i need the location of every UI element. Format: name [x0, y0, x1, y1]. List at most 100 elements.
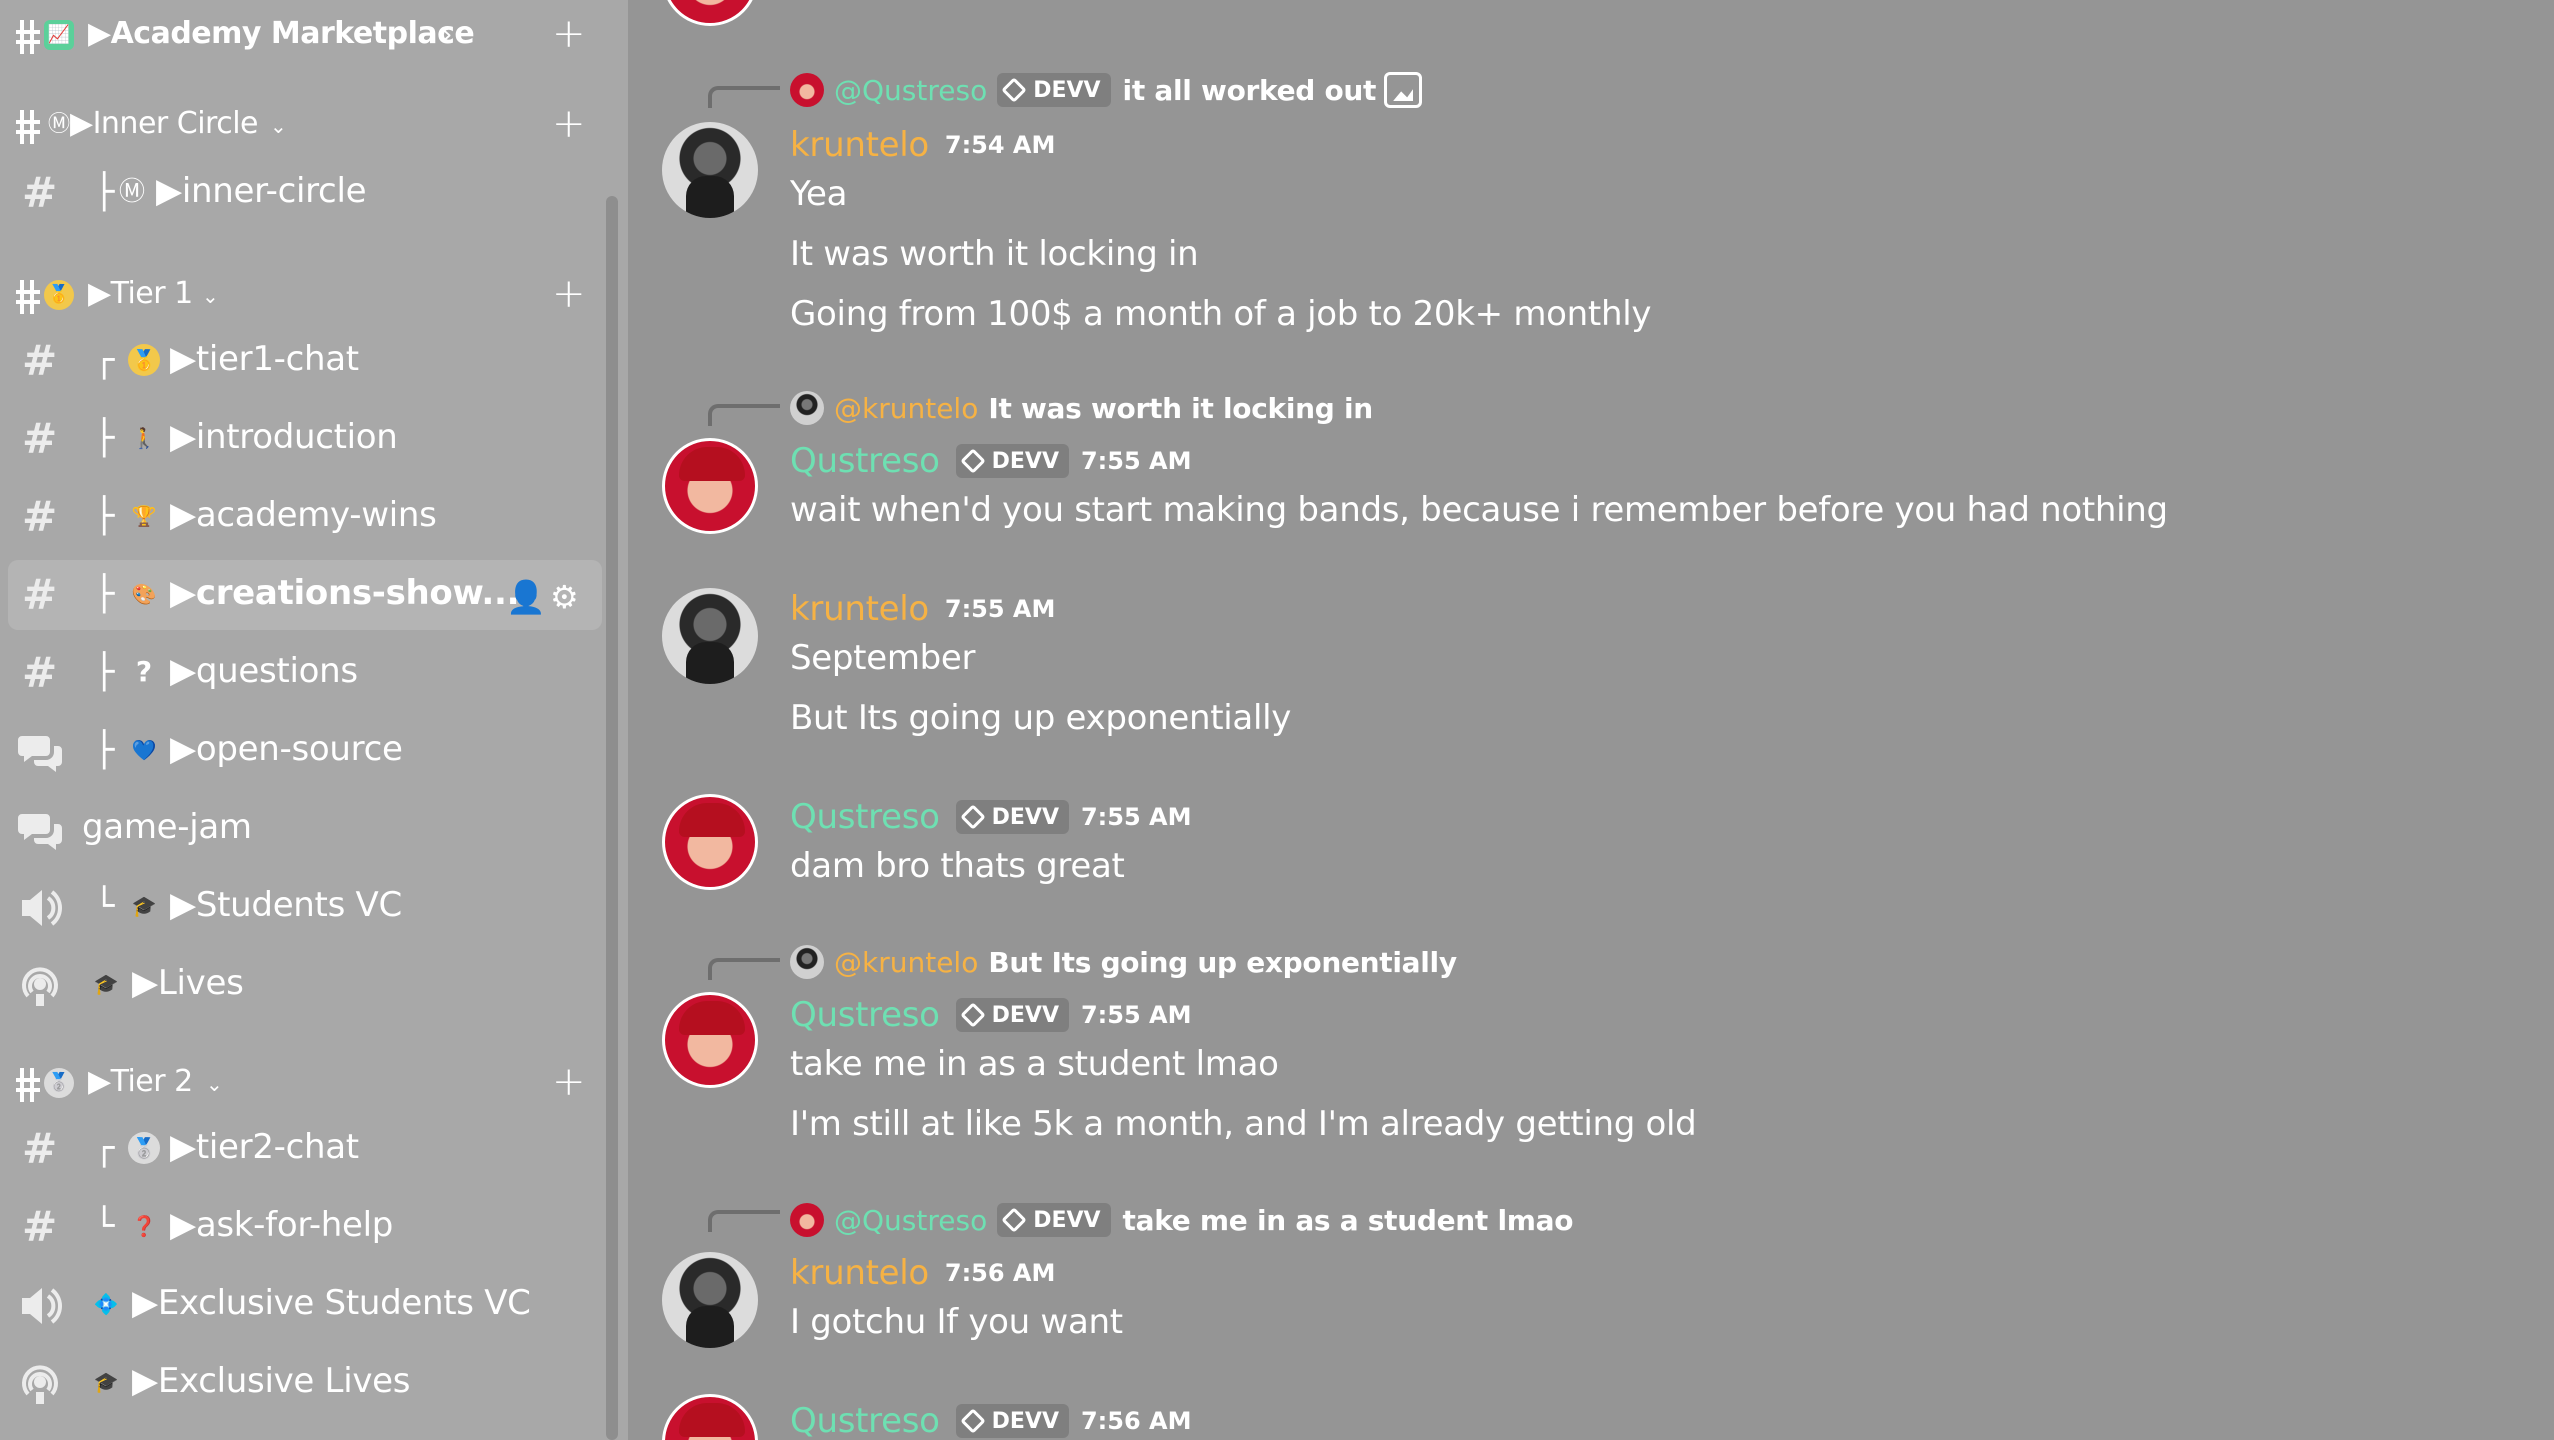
- reply-preview[interactable]: @kruntelo But Its going up exponentially: [790, 942, 1457, 982]
- badge-label: DEVV: [1033, 1207, 1101, 1233]
- category-tier-2[interactable]: 🥈 ▶Tier 2 ⌄ +: [0, 1054, 600, 1114]
- message-text: I gotchu If you want: [790, 1302, 1123, 1342]
- tree-connector: ├: [94, 652, 115, 692]
- username[interactable]: kruntelo: [790, 1253, 929, 1293]
- channel-tier1-chat[interactable]: # ┌ 🥇 ▶tier1-chat: [0, 326, 604, 396]
- question-mark-icon: ?: [135, 655, 153, 688]
- badge-label: DEVV: [991, 1408, 1059, 1434]
- message-text: I'm still at like 5k a month, and I'm al…: [790, 1104, 1697, 1144]
- username[interactable]: Qustreso: [790, 797, 940, 837]
- timestamp: 7:56 AM: [944, 1259, 1056, 1287]
- channel-introduction[interactable]: # ├ 🚶 ▶introduction: [0, 404, 604, 474]
- message-text: dam bro thats great: [790, 846, 1125, 886]
- reply-text: it all worked out: [1122, 73, 1377, 107]
- reply-preview[interactable]: @Qustreso DEVV it all worked out: [790, 70, 1423, 110]
- diamond-icon: [959, 1002, 986, 1028]
- username[interactable]: kruntelo: [790, 125, 929, 165]
- channel-tier2-chat[interactable]: # ┌ 🥈 ▶tier2-chat: [0, 1114, 604, 1184]
- username[interactable]: Qustreso: [790, 1401, 940, 1440]
- channel-game-jam[interactable]: game-jam: [0, 794, 604, 864]
- avatar[interactable]: [662, 1394, 758, 1440]
- tree-connector: ├: [94, 496, 115, 536]
- category-inner-circle[interactable]: Ⓜ ▶Inner Circle ⌄ +: [0, 96, 600, 156]
- message-header: Qustreso DEVV 7:55 AM: [790, 438, 1191, 484]
- channel-questions[interactable]: # ├ ? ▶questions: [0, 638, 604, 708]
- tree-connector: ├: [94, 574, 115, 614]
- category-icon: [16, 280, 40, 314]
- text-channel-icon: #: [22, 492, 58, 541]
- avatar: [790, 945, 824, 979]
- avatar[interactable]: [662, 794, 758, 890]
- avatar[interactable]: [662, 1252, 758, 1348]
- silver-medal-icon: 🥈: [44, 1068, 74, 1098]
- avatar[interactable]: [662, 992, 758, 1088]
- text-channel-icon: #: [22, 336, 58, 385]
- image-icon: [1384, 72, 1423, 108]
- tree-connector: ├: [94, 730, 115, 770]
- reply-connector: [708, 86, 780, 108]
- channel-label: ▶creations-show...: [170, 573, 520, 613]
- reply-mention[interactable]: @Qustreso: [834, 74, 987, 107]
- red-question-icon: ❓: [131, 1214, 157, 1238]
- text-channel-icon: #: [22, 168, 58, 217]
- reply-mention[interactable]: @kruntelo: [834, 392, 978, 425]
- gold-medal-icon: 🥇: [128, 344, 160, 376]
- reply-mention[interactable]: @kruntelo: [834, 946, 978, 979]
- channel-lives[interactable]: 🎓 ▶Lives: [0, 950, 604, 1020]
- timestamp: 7:55 AM: [944, 595, 1056, 623]
- category-tier-1[interactable]: 🥇 ▶Tier 1 ⌄ +: [0, 266, 600, 326]
- category-label: ▶Tier 2: [88, 1064, 193, 1099]
- timestamp: 7:54 AM: [944, 131, 1056, 159]
- text-channel-icon: #: [22, 1202, 58, 1251]
- channel-label: ▶ask-for-help: [170, 1205, 394, 1245]
- avatar[interactable]: [662, 588, 758, 684]
- channel-academy-wins[interactable]: # ├ 🏆 ▶academy-wins: [0, 482, 604, 552]
- add-channel-icon[interactable]: +: [552, 10, 586, 58]
- username[interactable]: Qustreso: [790, 995, 940, 1035]
- graduation-cap-icon: 🎓: [131, 894, 157, 918]
- role-badge: DEVV: [955, 1404, 1069, 1438]
- tree-connector: ├: [94, 172, 115, 212]
- avatar[interactable]: [662, 122, 758, 218]
- category-label: ▶Academy Marketplace: [88, 16, 475, 51]
- gear-icon[interactable]: ⚙: [550, 578, 579, 616]
- username[interactable]: kruntelo: [790, 589, 929, 629]
- text-channel-icon: #: [22, 1124, 58, 1173]
- reply-mention[interactable]: @Qustreso: [834, 1204, 987, 1237]
- channel-exclusive-students-vc[interactable]: 💠 ▶Exclusive Students VC: [0, 1270, 604, 1340]
- role-badge: DEVV: [955, 800, 1069, 834]
- reply-preview[interactable]: @Qustreso DEVV take me in as a student l…: [790, 1200, 1573, 1240]
- channel-creations-showcase[interactable]: # ├ 🎨 ▶creations-show... 👤 ⚙: [8, 560, 602, 630]
- message-text: It was worth it locking in: [790, 234, 1199, 274]
- channel-ask-for-help[interactable]: # └ ❓ ▶ask-for-help: [0, 1192, 604, 1262]
- username[interactable]: Qustreso: [790, 441, 940, 481]
- stage-channel-icon: [22, 967, 58, 1006]
- message-text: wait when'd you start making bands, beca…: [790, 490, 2168, 530]
- chevron-right-icon: ›: [442, 20, 453, 50]
- chevron-down-icon: ⌄: [202, 284, 219, 308]
- role-badge: DEVV: [997, 73, 1111, 107]
- chevron-down-icon: ⌄: [270, 114, 287, 138]
- channel-label: ▶tier1-chat: [170, 339, 359, 379]
- channel-inner-circle[interactable]: # ├ Ⓜ ▶inner-circle: [0, 158, 604, 228]
- channel-open-source[interactable]: ├ 💙 ▶open-source: [0, 716, 604, 786]
- avatar[interactable]: [662, 0, 758, 26]
- message-text: take me in as a student lmao: [790, 1044, 1279, 1084]
- reply-preview[interactable]: @kruntelo It was worth it locking in: [790, 388, 1373, 428]
- diamond-icon: [1001, 1207, 1027, 1233]
- category-academy-marketplace[interactable]: 📈 ▶Academy Marketplace › +: [0, 6, 600, 66]
- diamond-icon: [959, 804, 986, 830]
- sidebar-scrollbar[interactable]: [606, 196, 618, 1440]
- invite-member-icon[interactable]: 👤: [506, 578, 546, 616]
- add-channel-icon[interactable]: +: [552, 1058, 586, 1106]
- stage-channel-icon: [22, 1365, 58, 1404]
- message-header: kruntelo 7:55 AM: [790, 586, 1055, 632]
- diamond-icon: 💠: [93, 1292, 119, 1316]
- message-text: Going from 100$ a month of a job to 20k+…: [790, 294, 1652, 334]
- avatar[interactable]: [662, 438, 758, 534]
- channel-students-vc[interactable]: └ 🎓 ▶Students VC: [0, 872, 604, 942]
- forum-channel-icon: [18, 814, 62, 850]
- add-channel-icon[interactable]: +: [552, 270, 586, 318]
- add-channel-icon[interactable]: +: [552, 100, 586, 148]
- channel-exclusive-lives[interactable]: 🎓 ▶Exclusive Lives: [0, 1348, 604, 1418]
